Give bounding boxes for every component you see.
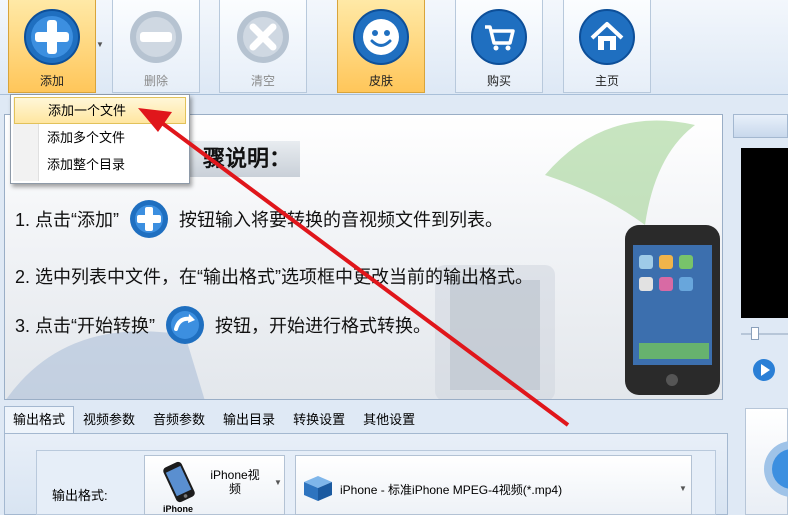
- menu-item-add-directory[interactable]: 添加整个目录: [14, 151, 186, 178]
- smiley-icon: [353, 9, 409, 65]
- x-circle-icon: [237, 11, 289, 63]
- tab-output-directory[interactable]: 输出目录: [214, 406, 284, 434]
- output-format-label: 输出格式:: [52, 488, 108, 503]
- instruction-step-3: 3. 点击“开始转换” 按钮，开始进行格式转换。: [15, 305, 431, 345]
- minus-circle-icon: [130, 11, 182, 63]
- tab-convert-settings[interactable]: 转换设置: [284, 406, 354, 434]
- skin-label: 皮肤: [368, 74, 393, 88]
- plus-circle-icon: [130, 200, 169, 238]
- delete-label: 删除: [143, 74, 168, 88]
- buy-button[interactable]: 购买: [455, 0, 543, 93]
- seek-thumb[interactable]: [751, 327, 759, 340]
- tab-audio-params[interactable]: 音频参数: [144, 406, 214, 434]
- video-preview: [741, 148, 788, 318]
- preset-select[interactable]: iPhone - 标准iPhone MPEG-4视频(*.mp4) ▼: [295, 455, 692, 515]
- clear-button[interactable]: 清空: [219, 0, 307, 93]
- device-caption: iPhone: [163, 504, 194, 514]
- step3-prefix: 3. 点击“开始转换”: [15, 316, 156, 336]
- home-icon: [579, 9, 635, 65]
- buy-label: 购买: [486, 74, 511, 88]
- add-dropdown-arrow-icon[interactable]: ▼: [96, 40, 104, 49]
- plus-circle-icon: [24, 9, 80, 65]
- clear-label: 清空: [250, 74, 275, 88]
- toolbar: 添加 ▼ 删除 清空 皮肤 购买 主页: [0, 0, 788, 95]
- step2-text: 2. 选中列表中文件，在“输出格式”选项框中更改当前的输出格式。: [15, 267, 533, 287]
- play-icon[interactable]: [752, 358, 776, 382]
- tab-output-format[interactable]: 输出格式: [4, 406, 75, 434]
- menu-item-add-one-file[interactable]: 添加一个文件: [14, 97, 186, 124]
- video-box-icon: [304, 476, 332, 501]
- device-select[interactable]: iPhone视频 iPhone ▼: [144, 455, 285, 515]
- menu-item-add-multiple-files[interactable]: 添加多个文件: [14, 124, 186, 151]
- iphone-icon: [163, 461, 195, 503]
- add-button[interactable]: 添加: [8, 0, 96, 93]
- cart-icon: [471, 9, 527, 65]
- chevron-down-icon[interactable]: ▼: [679, 484, 687, 493]
- tab-video-params[interactable]: 视频参数: [74, 406, 144, 434]
- settings-tabs: 输出格式 视频参数 音频参数 输出目录 转换设置 其他设置: [4, 406, 424, 434]
- start-convert-icon[interactable]: [762, 439, 788, 499]
- preview-header: [733, 114, 788, 138]
- home-label: 主页: [594, 74, 619, 88]
- instruction-step-2: 2. 选中列表中文件，在“输出格式”选项框中更改当前的输出格式。: [15, 263, 533, 289]
- add-label: 添加: [39, 74, 64, 88]
- device-name: iPhone视频: [210, 468, 260, 496]
- delete-button[interactable]: 删除: [112, 0, 200, 93]
- add-dropdown-menu: 添加一个文件 添加多个文件 添加整个目录: [10, 94, 190, 184]
- seek-bar[interactable]: [741, 333, 788, 335]
- start-panel: [745, 408, 788, 515]
- chevron-down-icon[interactable]: ▼: [274, 478, 282, 487]
- step1-prefix: 1. 点击“添加”: [15, 210, 120, 230]
- home-button[interactable]: 主页: [563, 0, 651, 93]
- preset-value: iPhone - 标准iPhone MPEG-4视频(*.mp4): [340, 483, 563, 497]
- skin-button[interactable]: 皮肤: [337, 0, 425, 93]
- step3-suffix: 按钮，开始进行格式转换。: [215, 316, 432, 336]
- instruction-step-1: 1. 点击“添加” 按钮输入将要转换的音视频文件到列表。: [15, 199, 503, 239]
- tab-other-settings[interactable]: 其他设置: [354, 406, 424, 434]
- step1-suffix: 按钮输入将要转换的音视频文件到列表。: [179, 210, 504, 230]
- refresh-circle-icon: [166, 306, 205, 344]
